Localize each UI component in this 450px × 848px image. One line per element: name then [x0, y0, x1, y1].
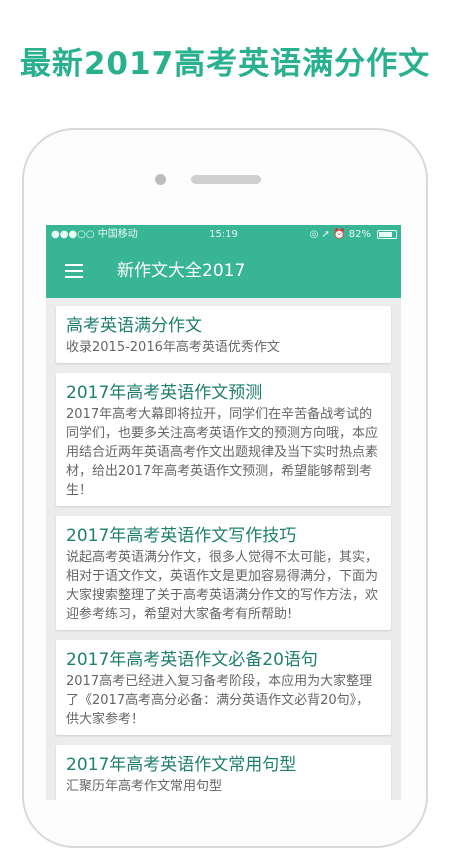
article-title: 2017年高考英语作文必备20语句 [66, 650, 318, 670]
battery-level-fill [379, 232, 392, 237]
status-icons: ◎ ➚ ⏰ [309, 229, 346, 240]
article-summary: 2017高考已经进入复习备考阶段，本应用为大家整理了《2017高考高分必备：满分… [66, 674, 373, 727]
article-summary: 汇聚历年高考作文常用句型 [66, 779, 223, 794]
article-card[interactable]: 高考英语满分作文 收录2015-2016年高考英语优秀作文 [56, 306, 391, 363]
battery-percent: 82% [348, 229, 371, 240]
article-title: 2017年高考英语作文预测 [66, 383, 263, 403]
article-card[interactable]: 2017年高考英语作文预测 2017年高考大幕即将拉开，同学们在辛苦备战考试的同… [56, 373, 391, 506]
app-toolbar: 新作文大全2017 [46, 245, 401, 298]
article-summary: 收录2015-2016年高考英语优秀作文 [66, 340, 280, 355]
phone-camera [155, 174, 166, 185]
menu-icon[interactable] [65, 264, 83, 278]
article-summary: 2017年高考大幕即将拉开，同学们在辛苦备战考试的同学们，也要多关注高考英语作文… [66, 407, 379, 498]
article-card[interactable]: 2017年高考英语作文写作技巧 说起高考英语满分作文，很多人觉得不太可能，其实，… [56, 516, 391, 630]
promo-headline: 最新2017高考英语满分作文 [19, 46, 431, 82]
article-summary: 说起高考英语满分作文，很多人觉得不太可能，其实，相对于语文作文，英语作文是更加容… [66, 550, 379, 622]
article-title: 2017年高考英语作文写作技巧 [66, 526, 297, 546]
article-card[interactable]: 2017年高考英语作文常用句型 汇聚历年高考作文常用句型 [56, 745, 391, 800]
phone-speaker [191, 175, 261, 184]
status-right-group: ◎ ➚ ⏰ 82% [310, 225, 371, 245]
app-screen: ●●●○○ 中国移动 15:19 ◎ ➚ ⏰ 82% 新作文大全2017 高考英… [46, 225, 401, 800]
article-title: 2017年高考英语作文常用句型 [66, 755, 297, 775]
app-title: 新作文大全2017 [117, 261, 246, 281]
status-bar: ●●●○○ 中国移动 15:19 ◎ ➚ ⏰ 82% [46, 225, 401, 245]
article-title: 高考英语满分作文 [66, 316, 202, 336]
article-card[interactable]: 2017年高考英语作文必备20语句 2017高考已经进入复习备考阶段，本应用为大… [56, 640, 391, 735]
article-list: 高考英语满分作文 收录2015-2016年高考英语优秀作文 2017年高考英语作… [56, 306, 391, 800]
battery-icon [377, 230, 397, 239]
